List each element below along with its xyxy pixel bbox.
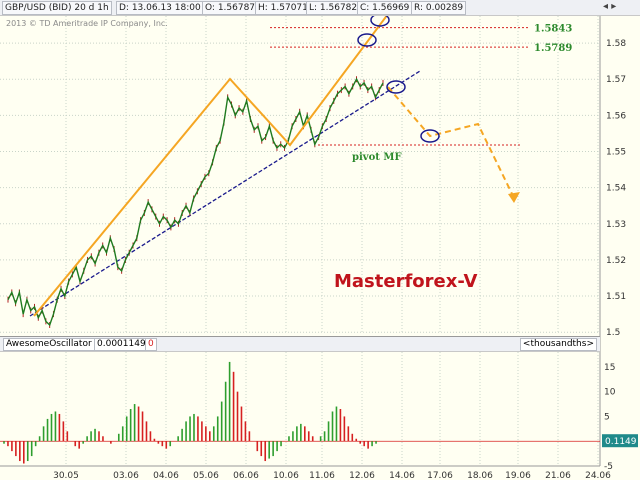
y-tick-label: 1.57 [606,75,626,85]
oscillator-scale-tag: <thousandths> [519,338,597,351]
level-label: 1.5789 [534,43,572,54]
low-readout: L: 1.56782 [306,1,361,15]
level-label: 1.5843 [534,24,572,35]
osc-y-tick-label: 5 [604,412,610,422]
x-tick-label: 19.06 [505,471,531,480]
copyright-text: 2013 © TD Ameritrade IP Company, Inc. [6,19,168,28]
osc-y-tick-label: 10 [604,388,616,398]
x-tick-label: 14.06 [389,471,415,480]
y-tick-label: 1.56 [606,111,626,121]
x-tick-label: 18.06 [467,471,493,480]
close-readout: C: 1.56969 [357,1,413,15]
y-tick-label: 1.58 [606,39,626,49]
osc-y-tick-label: 15 [604,363,615,373]
x-tick-label: 24.06 [585,471,611,480]
high-readout: H: 1.57071 [255,1,311,15]
watermark-text: Masterforex-V [334,271,478,292]
chart-header: GBP/USD (BID) 20 d 1h D: 13.06.13 18:00 … [0,0,640,16]
x-tick-label: 06.06 [233,471,259,480]
y-tick-label: 1.53 [606,220,626,230]
x-tick-label: 17.06 [427,471,453,480]
x-tick-label: 03.06 [113,471,139,480]
date-readout: D: 13.06.13 18:00 [116,1,204,15]
x-tick-label: 05.06 [193,471,219,480]
open-readout: O: 1.56787 [202,1,259,15]
x-tick-label: 21.06 [545,471,571,480]
oscillator-value-tag: 0.0001149 [94,338,149,351]
range-readout: R: 0.00289 [411,1,467,15]
price-chart[interactable]: 1.58431.5789pivot MF 151050-50.1149 1.51… [0,0,640,480]
y-tick-label: 1.5 [606,328,620,338]
x-tick-label: 04.06 [153,471,179,480]
oscillator-extra-tag: 0 [145,338,157,351]
y-tick-label: 1.51 [606,292,626,302]
y-tick-label: 1.54 [606,184,626,194]
x-tick-label: 12.06 [349,471,375,480]
pivot-label: pivot MF [352,152,402,163]
symbol-label[interactable]: GBP/USD (BID) 20 d 1h [2,1,112,15]
x-tick-label: 10.06 [273,471,299,480]
x-tick-label: 11.06 [309,471,335,480]
scroll-arrows-icon[interactable]: ◂ ▸ [603,1,616,12]
x-tick-label: 30.05 [53,471,79,480]
oscillator-title[interactable]: AwesomeOscillator [3,338,95,351]
oscillator-current-value: 0.1149 [605,437,637,447]
y-tick-label: 1.55 [606,148,626,158]
y-tick-label: 1.52 [606,256,626,266]
oscillator-header: AwesomeOscillator 0.0001149 0 <thousandt… [0,336,600,352]
